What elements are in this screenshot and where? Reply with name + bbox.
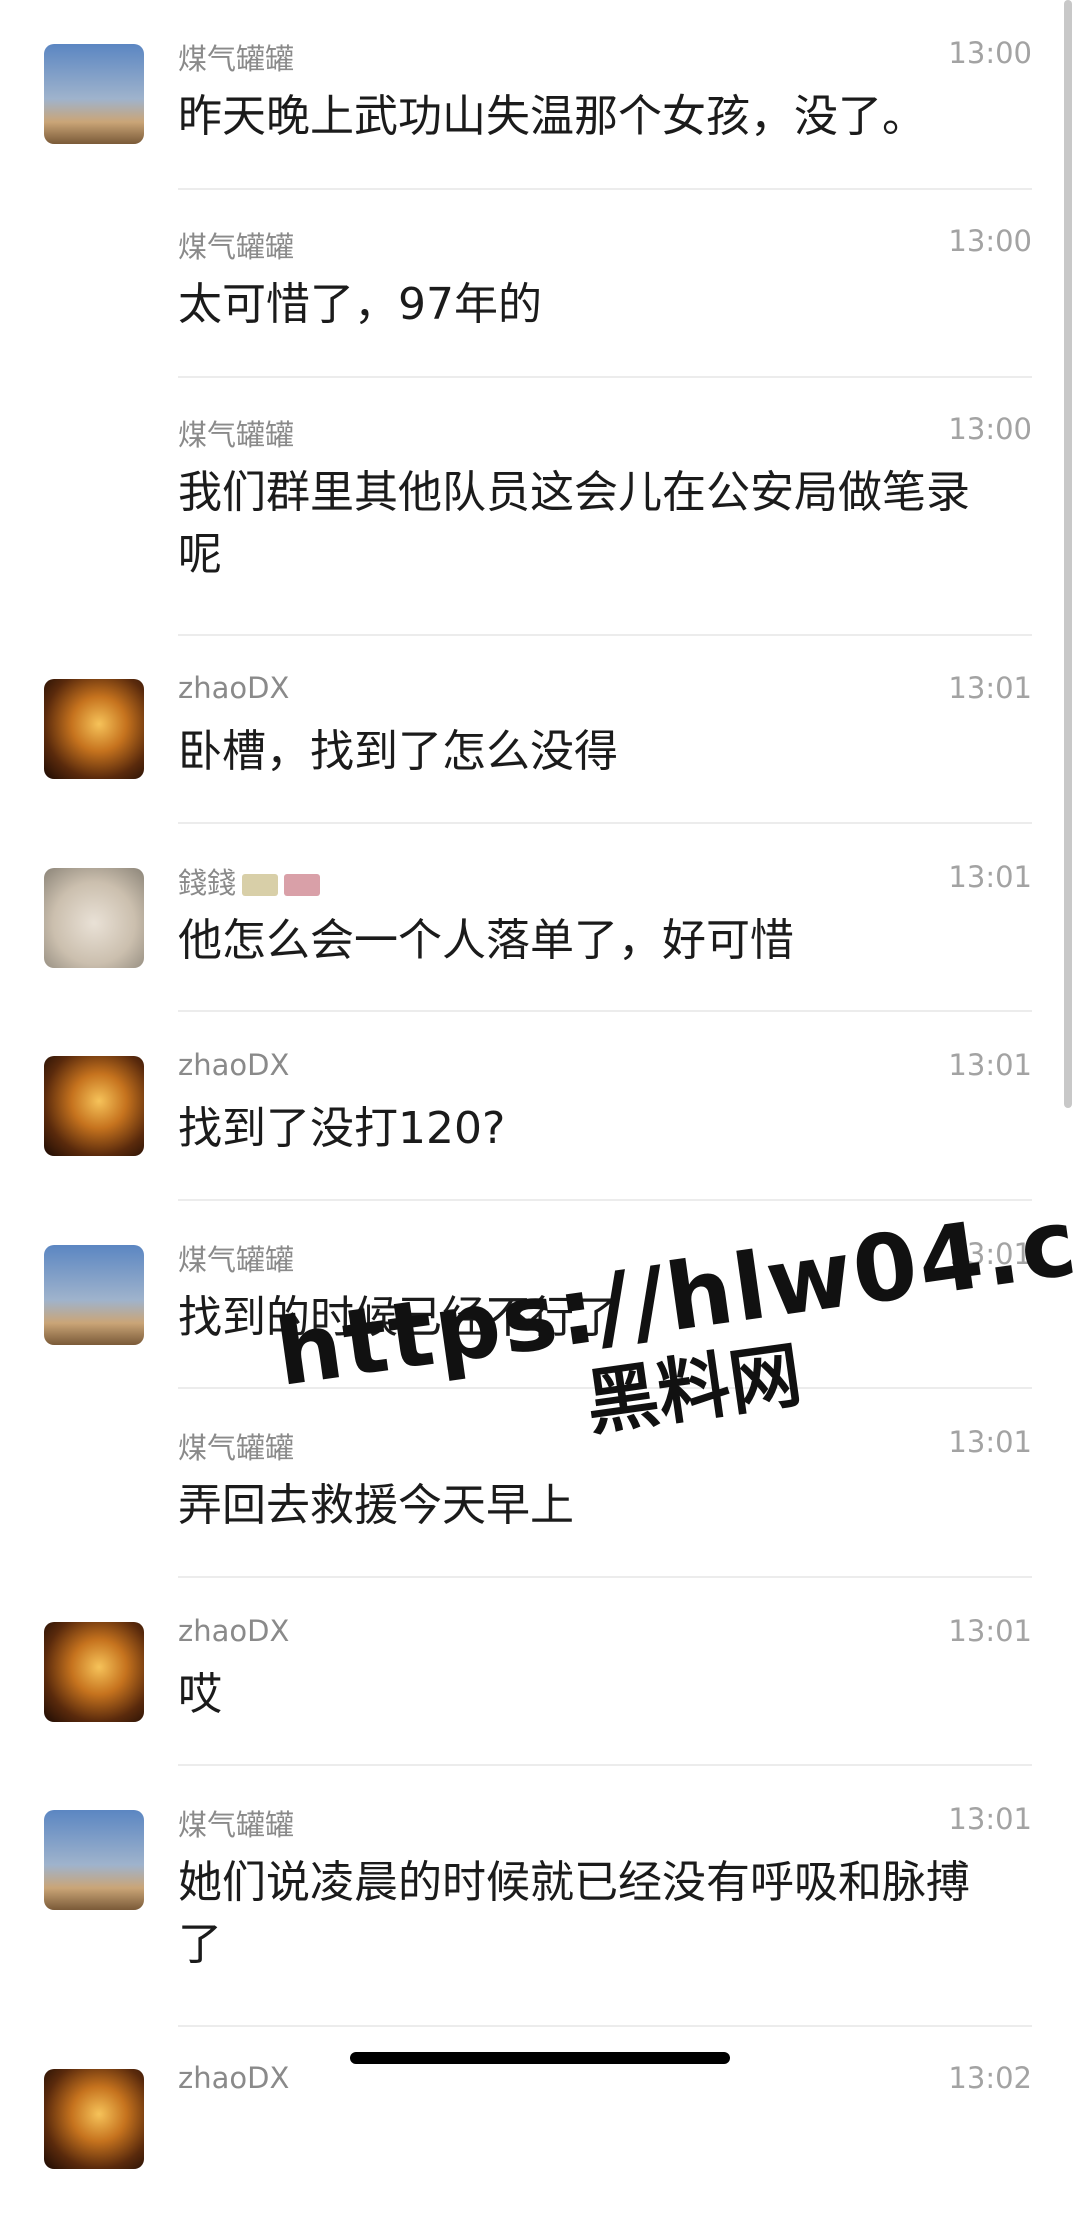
message-text: 卧槽，找到了怎么没得 bbox=[178, 726, 618, 777]
message-sender[interactable]: 煤气罐罐 bbox=[178, 1237, 294, 1279]
message-divider bbox=[178, 1199, 1032, 1201]
flag-badge-icon bbox=[284, 874, 321, 896]
message-divider bbox=[178, 822, 1032, 824]
home-indicator[interactable] bbox=[350, 2052, 730, 2064]
chat-message[interactable]: 錢錢 13:01 他怎么会一个人落单了，好可惜 bbox=[0, 846, 1080, 1026]
message-divider bbox=[178, 376, 1032, 378]
fire-dog-avatar[interactable] bbox=[44, 679, 144, 779]
message-divider bbox=[178, 1576, 1032, 1578]
chat-message[interactable]: 煤气罐罐 13:01 她们说凌晨的时候就已经没有呼吸和脉搏了 bbox=[0, 1788, 1080, 1970]
dusk-silhouette-avatar[interactable] bbox=[44, 1245, 144, 1345]
message-time: 13:00 bbox=[948, 36, 1032, 70]
message-divider bbox=[178, 634, 1032, 636]
chat-message[interactable]: 煤气罐罐 13:00 昨天晚上武功山失温那个女孩，没了。 bbox=[0, 22, 1080, 202]
message-time: 13:01 bbox=[948, 860, 1032, 894]
message-text: 她们说凌晨的时候就已经没有呼吸和脉搏了 bbox=[178, 1857, 970, 1970]
message-time: 13:01 bbox=[948, 1048, 1032, 1082]
message-time: 13:01 bbox=[948, 1614, 1032, 1648]
message-time: 13:02 bbox=[948, 2061, 1032, 2095]
message-divider bbox=[178, 188, 1032, 190]
fire-dog-avatar[interactable] bbox=[44, 1622, 144, 1722]
message-text: 找到了没打120? bbox=[178, 1103, 506, 1154]
cat-avatar[interactable] bbox=[44, 868, 144, 968]
message-divider bbox=[178, 1010, 1032, 1012]
chat-message[interactable]: zhaoDX 13:02 bbox=[0, 2047, 1080, 2227]
message-text: 昨天晚上武功山失温那个女孩，没了。 bbox=[178, 91, 926, 142]
message-time: 13:01 bbox=[948, 1425, 1032, 1459]
dusk-silhouette-avatar[interactable] bbox=[44, 44, 144, 144]
scrollbar[interactable] bbox=[1064, 0, 1072, 1108]
message-sender[interactable]: 煤气罐罐 bbox=[178, 36, 294, 78]
message-sender[interactable]: zhaoDX bbox=[178, 671, 289, 705]
chat-message[interactable]: zhaoDX 13:01 找到了没打120? bbox=[0, 1034, 1080, 1214]
message-sender[interactable]: 煤气罐罐 bbox=[178, 1425, 294, 1467]
message-sender[interactable]: zhaoDX bbox=[178, 2061, 289, 2095]
message-time: 13:00 bbox=[948, 412, 1032, 446]
chat-message-list[interactable]: 煤气罐罐 13:00 昨天晚上武功山失温那个女孩，没了。 煤气罐罐 13:00 太可惜了，… bbox=[0, 0, 1080, 2169]
chat-message[interactable]: 煤气罐罐 13:00 我们群里其他队员这会儿在公安局做笔录呢 bbox=[0, 398, 1080, 580]
message-text: 我们群里其他队员这会儿在公安局做笔录呢 bbox=[178, 467, 970, 580]
message-divider bbox=[178, 2025, 1032, 2027]
money-badge-icon bbox=[242, 874, 279, 896]
fire-dog-avatar[interactable] bbox=[44, 2069, 144, 2169]
message-sender[interactable]: 錢錢 bbox=[178, 860, 321, 902]
message-sender[interactable]: 煤气罐罐 bbox=[178, 224, 294, 266]
message-divider bbox=[178, 1764, 1032, 1766]
dusk-silhouette-avatar[interactable] bbox=[44, 1810, 144, 1910]
message-text: 他怎么会一个人落单了，好可惜 bbox=[178, 915, 794, 966]
message-sender[interactable]: 煤气罐罐 bbox=[178, 412, 294, 454]
chat-message[interactable]: zhaoDX 13:01 卧槽，找到了怎么没得 bbox=[0, 657, 1080, 837]
message-time: 13:00 bbox=[948, 224, 1032, 258]
message-sender[interactable]: zhaoDX bbox=[178, 1048, 289, 1082]
chat-message[interactable]: zhaoDX 13:01 哎 bbox=[0, 1600, 1080, 1780]
message-sender[interactable]: 煤气罐罐 bbox=[178, 1802, 294, 1844]
message-time: 13:01 bbox=[948, 1802, 1032, 1836]
message-text: 哎 bbox=[178, 1669, 222, 1720]
message-time: 13:01 bbox=[948, 671, 1032, 705]
message-sender[interactable]: zhaoDX bbox=[178, 1614, 289, 1648]
message-text: 太可惜了，97年的 bbox=[178, 279, 542, 330]
fire-dog-avatar[interactable] bbox=[44, 1056, 144, 1156]
chat-message[interactable]: 煤气罐罐 13:00 太可惜了，97年的 bbox=[0, 210, 1080, 390]
